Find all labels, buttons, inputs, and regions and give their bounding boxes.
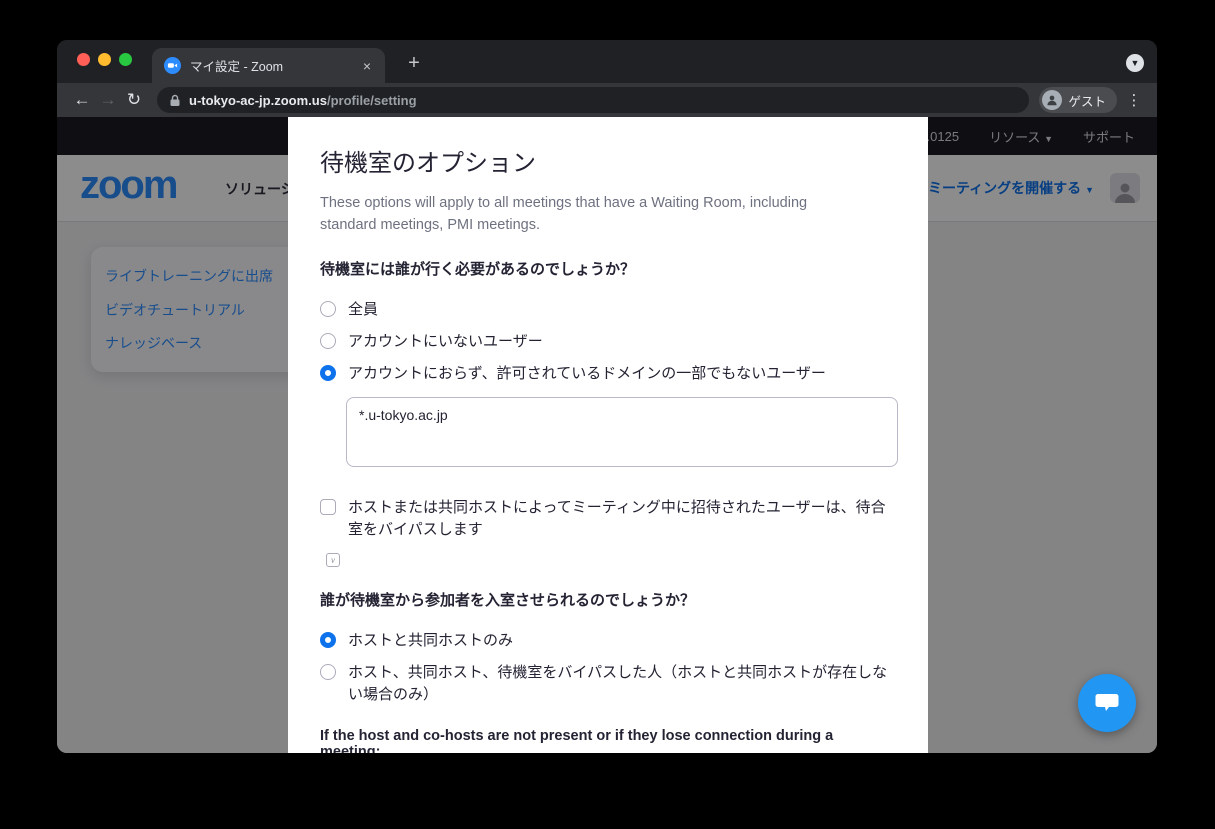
radio-option-users-not-in-allowed-domains[interactable]: アカウントにおらず、許可されているドメインの一部でもないユーザー: [320, 363, 896, 385]
lock-icon: [169, 94, 181, 107]
radio-option-host-cohost-bypassed[interactable]: ホスト、共同ホスト、待機室をバイパスした人（ホストと共同ホストが存在しない場合の…: [320, 662, 896, 706]
browser-toolbar: ← → ↻ u-tokyo-ac-jp.zoom.us/profile/sett…: [57, 83, 1157, 117]
radio-icon[interactable]: [320, 333, 336, 349]
radio-label: 全員: [348, 299, 378, 321]
new-tab-button[interactable]: +: [401, 50, 427, 76]
guest-avatar-icon: [1042, 90, 1062, 110]
tab-search-button[interactable]: ▼: [1126, 54, 1144, 72]
modal-title: 待機室のオプション: [320, 143, 896, 178]
guest-profile-button[interactable]: ゲスト: [1039, 87, 1117, 113]
waiting-room-options-modal: 待機室のオプション These options will apply to al…: [288, 117, 928, 753]
url-path: /profile/setting: [327, 93, 417, 108]
checkbox-label: ホストまたは共同ホストによってミーティング中に招待されたユーザーは、待合室をバイ…: [348, 497, 893, 541]
broken-image-icon: v: [326, 553, 340, 567]
reload-button[interactable]: ↻: [121, 90, 147, 110]
question-host-not-present: If the host and co-hosts are not present…: [320, 728, 896, 753]
question-who-can-admit: 誰が待機室から参加者を入室させられるのでしょうか？: [320, 589, 896, 610]
url-text: u-tokyo-ac-jp.zoom.us/profile/setting: [189, 93, 417, 108]
radio-option-host-cohost-only[interactable]: ホストと共同ホストのみ: [320, 630, 896, 652]
close-window-button[interactable]: [77, 53, 90, 66]
radio-label: ホスト、共同ホスト、待機室をバイパスした人（ホストと共同ホストが存在しない場合の…: [348, 662, 893, 706]
browser-tab[interactable]: マイ設定 - Zoom ×: [152, 48, 385, 83]
browser-window: マイ設定 - Zoom × + ▼ ← → ↻ u-tokyo-ac-jp.zo…: [57, 40, 1157, 753]
radio-label: ホストと共同ホストのみ: [348, 630, 513, 652]
checkbox-bypass-invited-users[interactable]: ホストまたは共同ホストによってミーティング中に招待されたユーザーは、待合室をバイ…: [320, 497, 896, 541]
radio-option-users-not-in-account[interactable]: アカウントにいないユーザー: [320, 331, 896, 353]
radio-label: アカウントにいないユーザー: [348, 331, 543, 353]
minimize-window-button[interactable]: [98, 53, 111, 66]
chat-bubble-icon: [1094, 691, 1120, 715]
radio-icon-selected[interactable]: [320, 365, 336, 381]
modal-description: These options will apply to all meetings…: [320, 192, 865, 236]
tab-close-icon[interactable]: ×: [361, 58, 373, 74]
url-domain: u-tokyo-ac-jp.zoom.us: [189, 93, 327, 108]
radio-label: アカウントにおらず、許可されているドメインの一部でもないユーザー: [348, 363, 826, 385]
allowed-domains-textarea[interactable]: *.u-tokyo.ac.jp: [346, 397, 898, 467]
radio-icon[interactable]: [320, 664, 336, 680]
zoom-window-button[interactable]: [119, 53, 132, 66]
guest-label: ゲスト: [1068, 91, 1106, 110]
tab-strip: マイ設定 - Zoom × + ▼: [57, 40, 1157, 83]
page-content: 88.799.0125 リソース ▼ サポート zoom ソリューション ミーテ…: [57, 117, 1157, 753]
back-button[interactable]: ←: [69, 90, 95, 110]
browser-menu-button[interactable]: ⋮: [1123, 91, 1145, 109]
zoom-favicon-icon: [164, 57, 181, 74]
traffic-lights: [77, 53, 132, 66]
radio-icon-selected[interactable]: [320, 632, 336, 648]
chat-support-button[interactable]: [1078, 674, 1136, 732]
address-bar[interactable]: u-tokyo-ac-jp.zoom.us/profile/setting: [157, 87, 1029, 113]
tab-title: マイ設定 - Zoom: [190, 56, 361, 75]
question-who-goes-to-waiting-room: 待機室には誰が行く必要があるのでしょうか？: [320, 258, 896, 279]
radio-option-everyone[interactable]: 全員: [320, 299, 896, 321]
forward-button[interactable]: →: [95, 90, 121, 110]
checkbox-icon[interactable]: [320, 499, 336, 515]
radio-icon[interactable]: [320, 301, 336, 317]
